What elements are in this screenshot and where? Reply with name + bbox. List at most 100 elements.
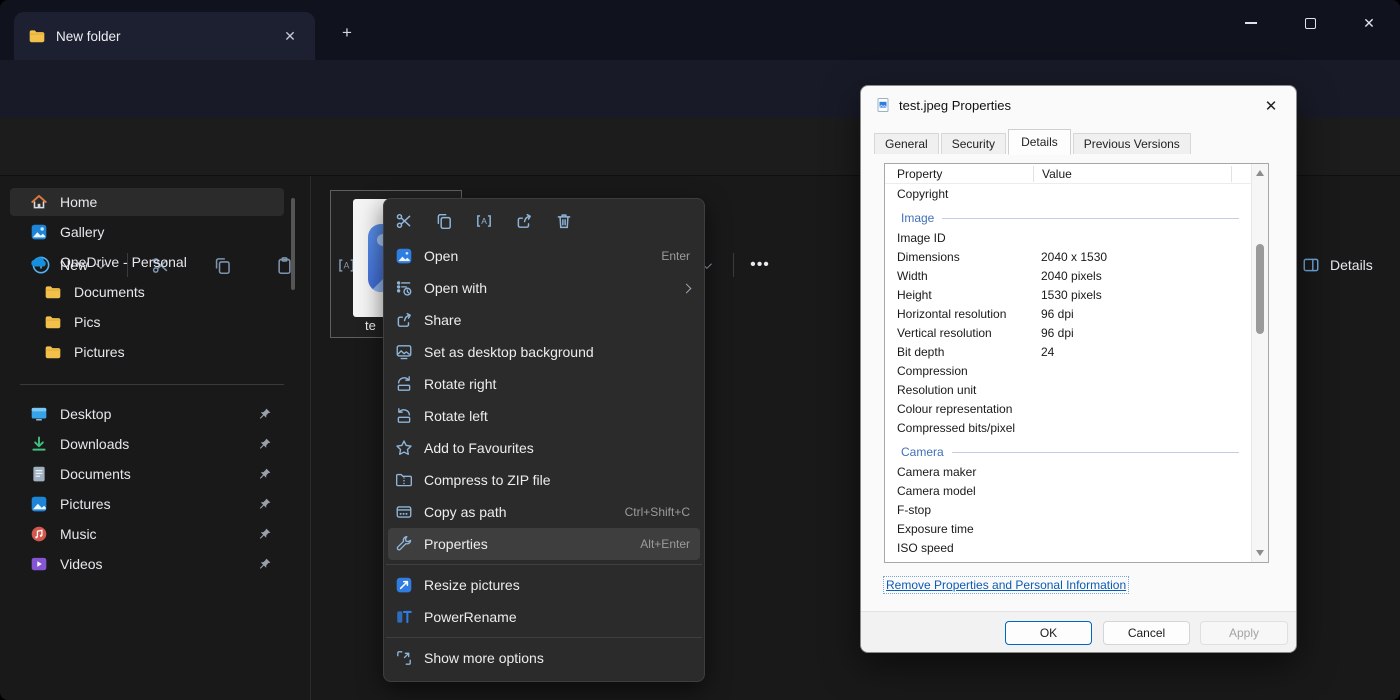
submenu-chevron-icon	[682, 283, 692, 293]
property-row[interactable]: Image	[885, 208, 1251, 228]
context-menu-quick-actions: A	[384, 202, 704, 240]
ok-button[interactable]: OK	[1005, 621, 1092, 645]
wrench-icon	[394, 534, 414, 554]
explorer-tab[interactable]: New folder ✕	[14, 12, 315, 60]
maximize-button[interactable]	[1287, 8, 1333, 38]
property-row[interactable]: Width 2040 pixels	[885, 266, 1251, 285]
menu-item-show-more-options[interactable]: Show more options	[384, 642, 704, 674]
menu-item-copy-as-path[interactable]: Copy as path Ctrl+Shift+C	[384, 496, 704, 528]
more-options-button[interactable]: •••	[740, 250, 780, 280]
powerrename-icon	[394, 607, 414, 627]
tab-security[interactable]: Security	[941, 133, 1006, 154]
menu-item-open[interactable]: Open Enter	[384, 240, 704, 272]
scroll-down-icon[interactable]	[1256, 550, 1264, 556]
sidebar-item-desktop[interactable]: Desktop	[10, 400, 284, 428]
menu-item-add-to-favourites[interactable]: Add to Favourites	[384, 432, 704, 464]
pin-icon	[258, 437, 272, 451]
properties-dialog: test.jpeg Properties ✕ General Security …	[860, 85, 1297, 653]
dialog-close-icon[interactable]: ✕	[1258, 94, 1284, 118]
scroll-up-icon[interactable]	[1256, 170, 1264, 176]
property-row[interactable]: Vertical resolution 96 dpi	[885, 323, 1251, 342]
property-row[interactable]: Camera model	[885, 481, 1251, 500]
menu-item-properties[interactable]: Properties Alt+Enter	[388, 528, 700, 560]
cancel-button[interactable]: Cancel	[1103, 621, 1190, 645]
details-pane-button[interactable]: Details	[1292, 248, 1381, 282]
svg-text:A: A	[481, 216, 487, 226]
image-file-icon	[875, 97, 891, 113]
property-row[interactable]: Dimensions 2040 x 1530	[885, 247, 1251, 266]
property-row[interactable]: Bit depth 24	[885, 342, 1251, 361]
property-row[interactable]: Height 1530 pixels	[885, 285, 1251, 304]
remove-properties-link[interactable]: Remove Properties and Personal Informati…	[884, 577, 1128, 593]
sidebar-item-music[interactable]: Music	[10, 520, 284, 548]
dialog-tabs: General Security Details Previous Versio…	[874, 130, 1193, 154]
tab-previous-versions[interactable]: Previous Versions	[1073, 133, 1191, 154]
image-app-icon	[394, 246, 414, 266]
tab-title: New folder	[56, 29, 121, 44]
cut-icon[interactable]	[384, 205, 424, 237]
menu-item-resize-pictures[interactable]: Resize pictures	[384, 569, 704, 601]
sidebar-scrollbar[interactable]	[291, 198, 295, 290]
folder-icon	[44, 343, 62, 361]
sidebar-item-home[interactable]: Home	[10, 188, 284, 216]
sidebar-item-pictures[interactable]: Pictures	[10, 490, 284, 518]
document-icon	[30, 465, 48, 483]
share-icon	[394, 310, 414, 330]
sidebar-item-videos[interactable]: Videos	[10, 550, 284, 578]
apply-button[interactable]: Apply	[1200, 621, 1288, 645]
desktop-background-icon	[394, 342, 414, 362]
menu-item-rotate-right[interactable]: Rotate right	[384, 368, 704, 400]
menu-item-compress-zip[interactable]: Compress to ZIP file	[384, 464, 704, 496]
sidebar-item-pics[interactable]: Pics	[10, 308, 284, 336]
show-more-options-icon	[394, 648, 414, 668]
menu-item-powerrename[interactable]: PowerRename	[384, 601, 704, 633]
gallery-icon	[30, 223, 48, 241]
downloads-icon	[30, 435, 48, 453]
copy-icon[interactable]	[424, 205, 464, 237]
sidebar-item-pictures-onedrive[interactable]: Pictures	[10, 338, 284, 366]
property-row[interactable]: Exposure time	[885, 519, 1251, 538]
pane-divider[interactable]	[310, 176, 311, 700]
sidebar-item-gallery[interactable]: Gallery	[10, 218, 284, 246]
share-icon[interactable]	[504, 205, 544, 237]
property-row[interactable]: Camera	[885, 442, 1251, 462]
pin-icon	[258, 467, 272, 481]
property-row[interactable]: Image ID	[885, 228, 1251, 247]
sidebar-item-onedrive[interactable]: OneDrive - Personal	[10, 248, 284, 276]
property-row[interactable]: Horizontal resolution 96 dpi	[885, 304, 1251, 323]
property-row[interactable]: Camera maker	[885, 462, 1251, 481]
folder-icon	[44, 313, 62, 331]
window-close-button[interactable]: ✕	[1346, 8, 1392, 38]
property-row[interactable]: Compressed bits/pixel	[885, 418, 1251, 437]
dialog-title: test.jpeg Properties	[899, 98, 1011, 113]
menu-item-rotate-left[interactable]: Rotate left	[384, 400, 704, 432]
dialog-title-bar[interactable]: test.jpeg Properties ✕	[861, 86, 1296, 124]
sidebar-item-documents-onedrive[interactable]: Documents	[10, 278, 284, 306]
minimize-button[interactable]	[1228, 8, 1274, 38]
property-row[interactable]: F-stop	[885, 500, 1251, 519]
delete-icon[interactable]	[544, 205, 584, 237]
menu-item-share[interactable]: Share	[384, 304, 704, 336]
onedrive-cloud-icon	[30, 253, 48, 271]
properties-list: Property Value Copyright Image Image ID	[884, 163, 1269, 563]
toolbar-separator	[733, 253, 734, 277]
menu-item-open-with[interactable]: Open with	[384, 272, 704, 304]
property-row[interactable]: Colour representation	[885, 399, 1251, 418]
scrollbar-thumb[interactable]	[1256, 244, 1264, 334]
explorer-window: New folder ✕ + ✕ ← → ↑ New folder	[0, 0, 1400, 700]
tab-general[interactable]: General	[874, 133, 939, 154]
property-row[interactable]: ISO speed	[885, 538, 1251, 557]
pin-icon	[258, 407, 272, 421]
dialog-scrollbar[interactable]	[1251, 164, 1268, 562]
sidebar-item-downloads[interactable]: Downloads	[10, 430, 284, 458]
tab-close-icon[interactable]: ✕	[279, 25, 301, 47]
property-row[interactable]: Resolution unit	[885, 380, 1251, 399]
new-tab-button[interactable]: +	[334, 20, 360, 46]
menu-divider	[386, 637, 702, 638]
rename-icon[interactable]: A	[464, 205, 504, 237]
menu-item-set-desktop-background[interactable]: Set as desktop background	[384, 336, 704, 368]
property-row[interactable]: Copyright	[885, 184, 1251, 203]
tab-details[interactable]: Details	[1008, 129, 1071, 155]
sidebar-item-documents[interactable]: Documents	[10, 460, 284, 488]
property-row[interactable]: Compression	[885, 361, 1251, 380]
